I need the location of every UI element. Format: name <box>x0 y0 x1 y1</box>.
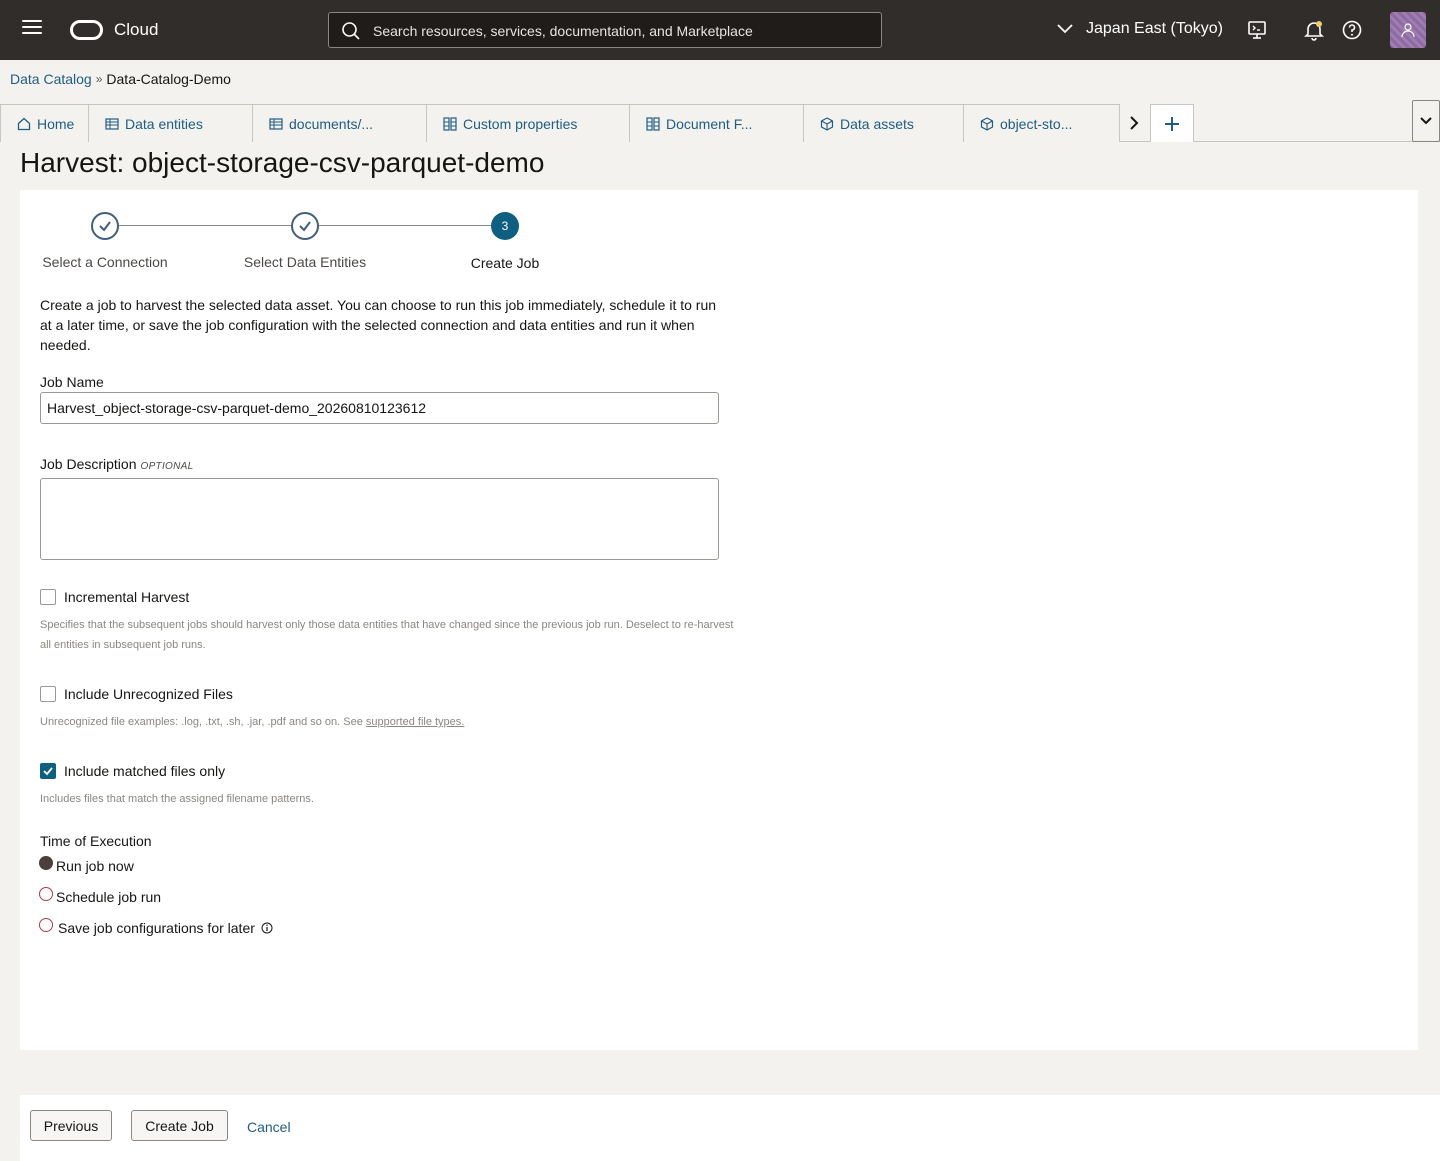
help-icon[interactable] <box>1340 18 1364 42</box>
step-select-data-entities: Select Data Entities <box>205 212 405 270</box>
user-avatar[interactable] <box>1390 12 1426 48</box>
table-icon <box>269 117 283 130</box>
search-placeholder: Search resources, services, documentatio… <box>373 23 753 39</box>
checkbox-box[interactable] <box>40 589 56 605</box>
optional-tag: OPTIONAL <box>140 461 194 472</box>
create-job-panel: Select a Connection Select Data Entities… <box>20 190 1418 1050</box>
info-icon[interactable] <box>261 922 273 934</box>
incremental-harvest-label: Incremental Harvest <box>64 589 190 605</box>
home-icon <box>17 117 31 130</box>
tab-object-storage[interactable]: object-sto... <box>963 104 1120 142</box>
cloud-shell-icon[interactable] <box>1245 18 1269 42</box>
radio-button[interactable] <box>39 856 53 870</box>
checkmark-icon <box>43 767 53 776</box>
step-number: 3 <box>491 212 519 240</box>
cube-icon <box>820 116 834 131</box>
table-icon <box>105 117 119 130</box>
grid-icon <box>646 116 660 131</box>
add-tab-button[interactable] <box>1150 104 1194 142</box>
intro-text: Create a job to harvest the selected dat… <box>40 297 717 353</box>
brand-name[interactable]: Cloud <box>114 20 158 40</box>
plus-icon <box>1165 116 1179 131</box>
unrecognized-files-help: Unrecognized file examples: .log, .txt, … <box>40 712 740 732</box>
region-label: Japan East (Tokyo) <box>1086 20 1223 37</box>
breadcrumb-separator: » <box>95 72 103 86</box>
create-job-button[interactable]: Create Job <box>131 1110 228 1141</box>
step-create-job: 3 Create Job <box>405 212 605 271</box>
incremental-harvest-checkbox[interactable]: Incremental Harvest <box>40 589 189 605</box>
radio-schedule-job-run[interactable]: Schedule job run <box>39 887 162 905</box>
hamburger-menu-icon[interactable] <box>22 20 42 40</box>
grid-icon <box>443 116 457 131</box>
breadcrumb-current: Data-Catalog-Demo <box>106 71 231 87</box>
page-title: Harvest: object-storage-csv-parquet-demo <box>20 147 545 178</box>
top-navigation-bar: Cloud Search resources, services, docume… <box>0 0 1440 60</box>
tab-home-label: Home <box>37 115 75 132</box>
time-of-execution-label: Time of Execution <box>40 833 152 849</box>
radio-button[interactable] <box>39 887 53 901</box>
chevron-down-icon <box>1057 24 1073 34</box>
tab-bar: Home Data entities documents/... Custom … <box>0 100 1440 142</box>
tab-data-entities-label: Data entities <box>125 115 203 132</box>
search-bar[interactable]: Search resources, services, documentatio… <box>328 12 882 48</box>
unrecognized-files-help-text: Unrecognized file examples: .log, .txt, … <box>40 716 366 728</box>
breadcrumb: Data Catalog » Data-Catalog-Demo <box>10 71 231 87</box>
supported-file-types-link[interactable]: supported file types. <box>366 716 464 728</box>
step-select-connection: Select a Connection <box>5 212 205 270</box>
include-matched-files-checkbox[interactable]: Include matched files only <box>40 763 225 779</box>
chevron-right-icon <box>1130 116 1139 130</box>
tab-documents[interactable]: documents/... <box>252 104 427 142</box>
step-label: Select Data Entities <box>243 254 367 270</box>
chevron-down-icon <box>1420 117 1432 125</box>
tab-documents-label: documents/... <box>289 115 374 132</box>
job-name-input[interactable] <box>40 392 719 424</box>
tab-document-f-label: Document F... <box>666 115 753 132</box>
tab-custom-properties-label: Custom properties <box>463 115 578 132</box>
tab-list-menu-button[interactable] <box>1412 100 1440 142</box>
breadcrumb-data-catalog-link[interactable]: Data Catalog <box>10 71 92 87</box>
job-description-label: Job Description OPTIONAL <box>40 456 193 472</box>
radio-button[interactable] <box>39 918 53 932</box>
step-complete-indicator <box>91 212 119 240</box>
user-icon <box>1401 23 1415 38</box>
step-complete-indicator <box>291 212 319 240</box>
cube-icon <box>980 116 994 131</box>
radio-label: Run job now <box>56 858 134 874</box>
tab-custom-properties[interactable]: Custom properties <box>426 104 630 142</box>
radio-label: Save job configurations for later <box>58 920 255 936</box>
job-name-label: Job Name <box>40 374 104 390</box>
radio-run-job-now[interactable]: Run job now <box>39 856 134 874</box>
incremental-harvest-help: Specifies that the subsequent jobs shoul… <box>40 619 734 651</box>
checkbox-box[interactable] <box>40 763 56 779</box>
tab-data-entities[interactable]: Data entities <box>88 104 253 142</box>
step-label: Select a Connection <box>42 254 168 270</box>
include-matched-files-label: Include matched files only <box>64 763 226 779</box>
radio-label: Schedule job run <box>56 889 162 905</box>
previous-button[interactable]: Previous <box>30 1110 112 1141</box>
include-unrecognized-files-checkbox[interactable]: Include Unrecognized Files <box>40 686 233 702</box>
radio-save-job-config[interactable]: Save job configurations for later <box>39 918 273 936</box>
wizard-footer: Previous Create Job Cancel <box>20 1095 1440 1161</box>
checkbox-box[interactable] <box>40 686 56 702</box>
search-icon <box>342 22 360 40</box>
job-description-label-text: Job Description <box>40 456 137 472</box>
checkmark-icon <box>99 221 111 232</box>
job-description-textarea[interactable] <box>40 478 719 560</box>
tab-home[interactable]: Home <box>0 104 89 142</box>
include-unrecognized-files-label: Include Unrecognized Files <box>64 686 233 702</box>
tab-object-storage-label: object-sto... <box>1000 115 1073 132</box>
checkmark-icon <box>299 221 311 232</box>
oracle-logo[interactable] <box>70 20 103 40</box>
cancel-link[interactable]: Cancel <box>247 1119 291 1135</box>
step-label: Create Job <box>470 255 540 271</box>
tab-data-assets-label: Data assets <box>840 115 914 132</box>
region-selector[interactable]: Japan East (Tokyo) <box>1056 20 1223 38</box>
notification-bell-icon[interactable] <box>1302 18 1326 42</box>
tab-scroll-right-button[interactable] <box>1120 104 1148 142</box>
tab-document-f[interactable]: Document F... <box>629 104 804 142</box>
tab-data-assets[interactable]: Data assets <box>803 104 964 142</box>
matched-files-help: Includes files that match the assigned f… <box>40 793 314 805</box>
